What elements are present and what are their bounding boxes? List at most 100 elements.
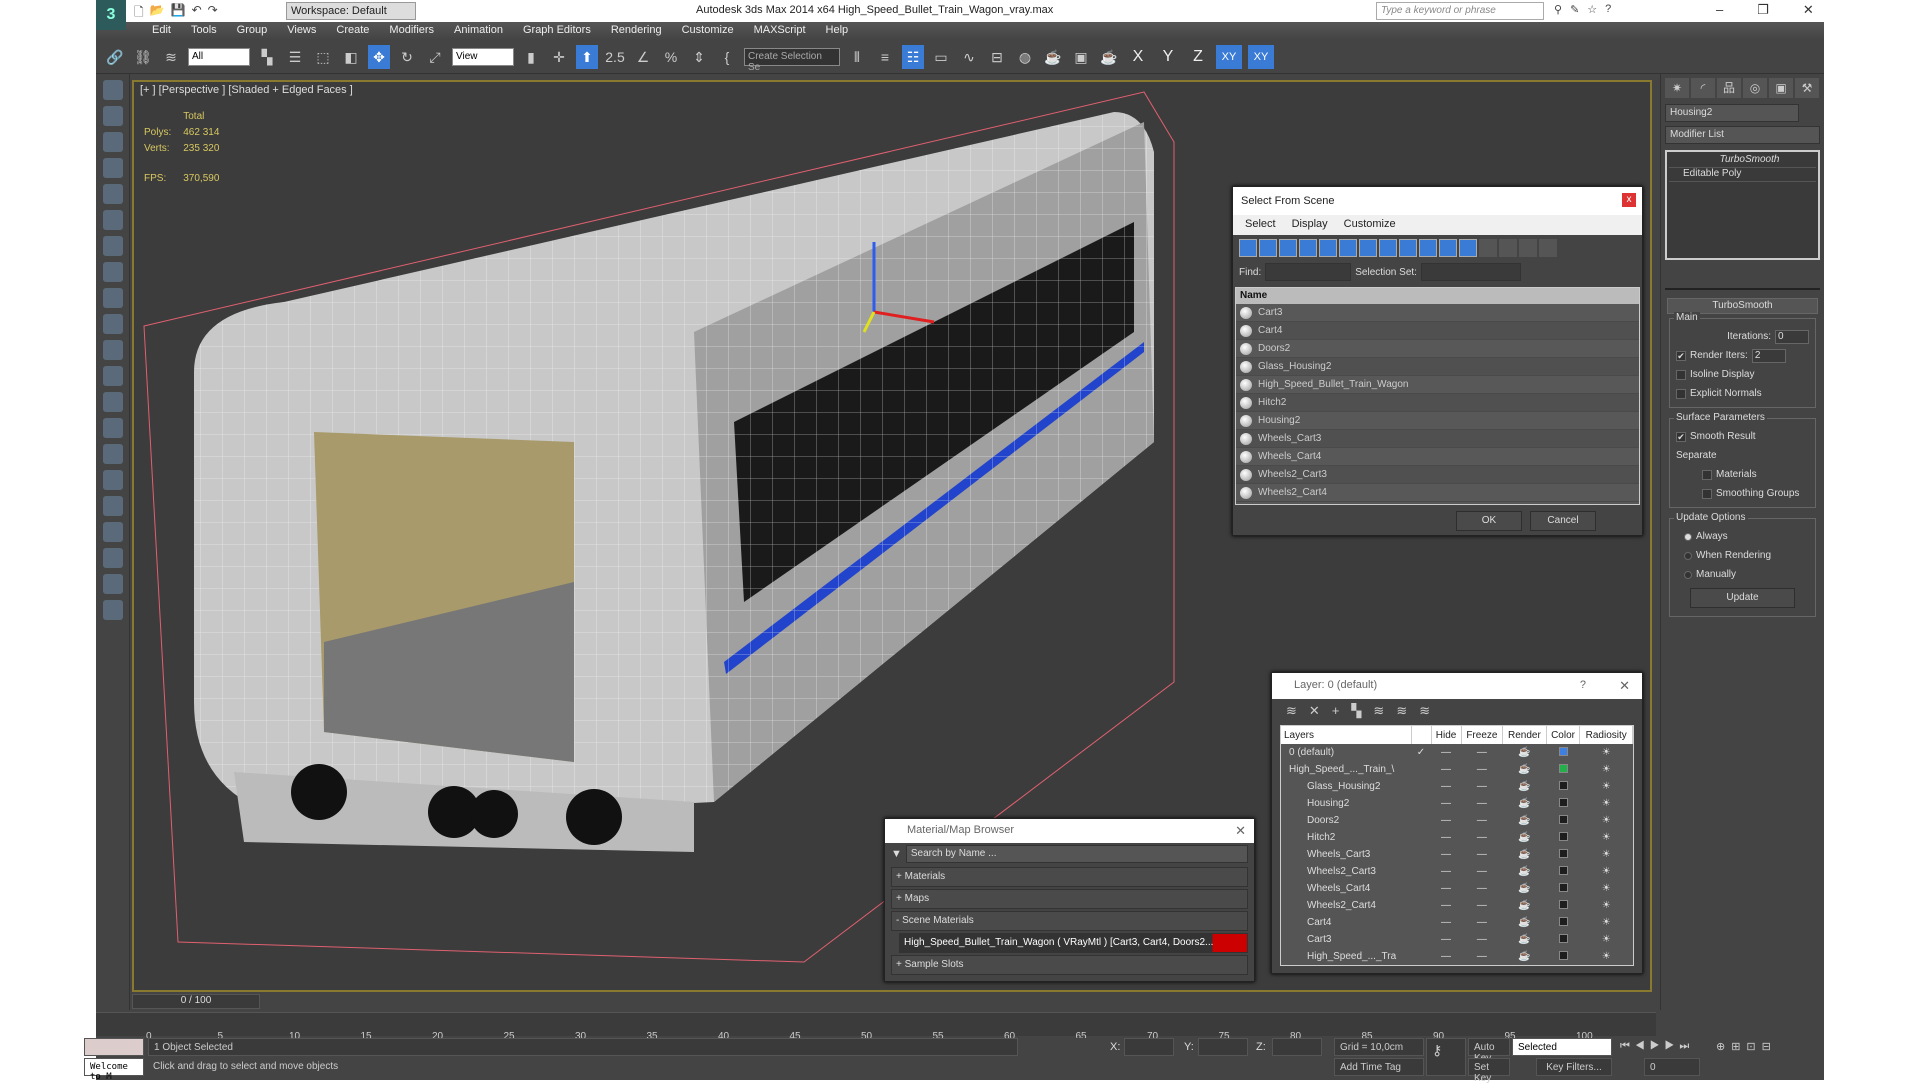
shape-filter-icon[interactable] [1259,239,1277,257]
z-coord-field[interactable] [1272,1038,1322,1056]
hidden-filter-icon[interactable] [1459,239,1477,257]
col-render[interactable]: Render [1502,726,1547,744]
layer-name[interactable]: Wheels2_Cart4 [1281,897,1411,914]
tool-icon[interactable] [103,392,123,412]
save-icon[interactable]: 💾 [171,3,186,24]
tool-icon[interactable] [103,262,123,282]
freeze-toggle[interactable]: — [1461,931,1503,948]
freeze-toggle[interactable]: — [1461,778,1503,795]
hide-toggle[interactable]: — [1431,914,1462,931]
layer-row[interactable]: Wheels_Cart4— — ☕ ☀ [1281,880,1633,897]
hide-toggle[interactable]: — [1431,931,1462,948]
render-setup-icon[interactable]: ☕ [1042,45,1064,69]
motion-tab[interactable]: ◎ [1743,78,1767,98]
hide-toggle[interactable]: — [1431,744,1462,761]
layer-row[interactable]: Wheels_Cart3— — ☕ ☀ [1281,846,1633,863]
render-toggle-icon[interactable]: ☕ [1502,761,1547,778]
freeze-toggle[interactable]: — [1461,812,1503,829]
maps-section[interactable]: + Maps [891,889,1248,909]
radiosity-icon[interactable]: ☀ [1579,795,1633,812]
select-object-icon[interactable]: ▚ [256,45,278,69]
freeze-toggle[interactable]: — [1461,761,1503,778]
object-list-item[interactable]: Housing2 [1236,412,1639,430]
help-icon[interactable] [103,600,123,620]
isoline-checkbox[interactable] [1676,369,1686,380]
radiosity-icon[interactable]: ☀ [1579,914,1633,931]
render-toggle-icon[interactable]: ☕ [1502,897,1547,914]
align-icon[interactable]: ≡ [874,45,896,69]
render-toggle-icon[interactable]: ☕ [1502,914,1547,931]
open-icon[interactable]: 📂 [150,3,165,24]
object-list-item[interactable]: Glass_Housing2 [1236,358,1639,376]
tool-icon[interactable] [103,548,123,568]
update-button[interactable]: Update [1690,588,1795,608]
layer-name[interactable]: Doors2 [1281,812,1411,829]
manipulate-icon[interactable]: ✛ [548,45,570,69]
workspace-dropdown[interactable]: Workspace: Default [286,2,416,20]
tool-icon[interactable] [103,210,123,230]
layer-color-swatch[interactable] [1546,761,1580,778]
layer-row[interactable]: High_Speed_..._Tra — — ☕ ☀ [1281,948,1633,965]
select-in-layer-icon[interactable]: ▚ [1351,703,1361,719]
col-layers[interactable]: Layers [1281,726,1412,744]
angle-snap-icon[interactable]: ∠ [632,45,654,69]
selection-set-dropdown[interactable] [1420,263,1521,281]
radiosity-icon[interactable]: ☀ [1579,829,1633,846]
pivot-icon[interactable]: ▮ [520,45,542,69]
track-bar[interactable]: 0 5 10 15 20 25 30 35 40 45 50 55 60 65 70 75 80 85 90 95 10… [96,1012,1656,1042]
current-layer-marker[interactable] [1411,812,1431,829]
ref-coord-dropdown[interactable]: View [452,47,514,66]
bone-filter-icon[interactable] [1399,239,1417,257]
tool-icon[interactable] [103,496,123,516]
always-radio[interactable] [1684,532,1692,541]
col-color[interactable]: Color [1546,726,1581,744]
undo-icon[interactable]: ↶ [192,3,202,24]
menu-display[interactable]: Display [1292,218,1328,232]
axis-xy-snap[interactable]: XY [1248,44,1274,69]
menu-animation[interactable]: Animation [444,22,513,40]
close-button[interactable]: x [1622,193,1636,207]
key-filters-button[interactable]: Key Filters... [1536,1058,1612,1076]
layer-color-swatch[interactable] [1546,829,1580,846]
rect-selection-icon[interactable]: ⬚ [312,45,334,69]
spacewarp-filter-icon[interactable] [1339,239,1357,257]
percent-snap-icon[interactable]: % [660,45,682,69]
object-list-item[interactable]: Doors2 [1236,340,1639,358]
menu-create[interactable]: Create [326,22,379,40]
tool-icon[interactable] [103,418,123,438]
edit-named-sel-icon[interactable]: { [716,45,738,69]
radiosity-icon[interactable]: ☀ [1579,931,1633,948]
tool-icon[interactable] [103,132,123,152]
current-layer-marker[interactable] [1411,761,1431,778]
radiosity-icon[interactable]: ☀ [1579,863,1633,880]
create-tab[interactable]: ✷ [1665,78,1689,98]
tool-icon[interactable] [103,158,123,178]
object-list-item[interactable]: Wheels2_Cart4 [1236,484,1639,502]
freeze-toggle[interactable]: — [1461,897,1503,914]
freeze-toggle[interactable]: — [1461,744,1503,761]
stack-item-editable-poly[interactable]: Editable Poly [1669,168,1816,182]
render-toggle-icon[interactable]: ☕ [1502,778,1547,795]
layer-color-swatch[interactable] [1546,744,1580,761]
current-layer-marker[interactable] [1411,846,1431,863]
layer-row[interactable]: 0 (default) ✓ — — ☕ ☀ [1281,744,1633,761]
schematic-view-icon[interactable]: ⊟ [986,45,1008,69]
set-key-button[interactable]: Set Key [1468,1058,1510,1084]
layer-color-swatch[interactable] [1546,948,1580,965]
material-editor-icon[interactable]: ◍ [1014,45,1036,69]
time-slider[interactable]: 0 / 100 [132,993,1652,1010]
layer-row[interactable]: Cart3— — ☕ ☀ [1281,931,1633,948]
col-radiosity[interactable]: Radiosity [1579,726,1633,744]
layer-color-swatch[interactable] [1546,863,1580,880]
render-iters-spinner[interactable]: 2 [1751,348,1786,363]
menu-graph-editors[interactable]: Graph Editors [513,22,601,40]
radiosity-icon[interactable]: ☀ [1579,812,1633,829]
tool-icon[interactable] [103,340,123,360]
render-toggle-icon[interactable]: ☕ [1502,948,1547,965]
app-logo-button[interactable]: 3 [96,0,126,30]
current-layer-marker[interactable] [1411,795,1431,812]
menu-customize[interactable]: Customize [1344,218,1396,232]
render-icon[interactable]: ☕ [1098,45,1120,69]
layer-name[interactable]: Cart3 [1281,931,1411,948]
ok-button[interactable]: OK [1456,511,1522,531]
